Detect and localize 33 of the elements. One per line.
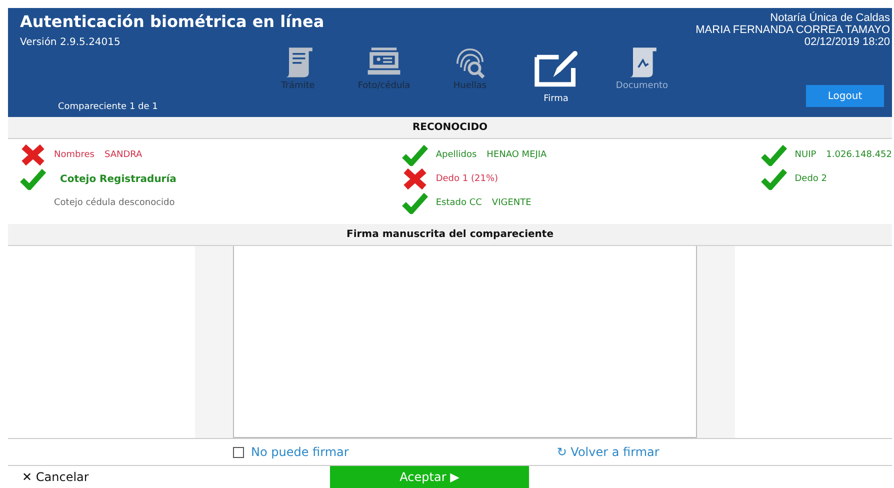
user-name: MARIA FERNANDA CORREA TAMAYO [696,24,890,36]
check-label: Estado CC [436,198,482,208]
cancel-button[interactable]: ✕ Cancelar [0,466,110,488]
check-label: Dedo 1 (21%) [436,174,498,184]
check-icon [758,168,789,190]
check-icon [400,144,430,166]
check-label: Dedo 2 [794,174,828,184]
check-icon [400,192,430,214]
accept-button[interactable]: Aceptar ▶ [330,466,529,488]
signature-pad[interactable] [233,246,697,438]
date-time: 02/12/2019 18:20 [804,36,890,48]
check-icon [18,168,48,190]
app-title: Autenticación biométrica en línea [20,12,324,32]
check-label: Nombres [54,150,94,160]
check-icon [758,144,789,166]
resign-link[interactable]: ↻ Volver a firmar [556,445,660,459]
appearer-count: Compareciente 1 de 1 [57,102,159,112]
check-value: HENAO MEJIA [486,150,547,160]
signature-title: Firma manuscrita del compareciente [346,228,554,240]
check-label: Cotejo cédula desconocido [54,198,175,208]
check-label: Apellidos [436,150,477,160]
office-name: Notaría Única de Caldas [770,12,890,24]
logout-button[interactable]: Logout [806,85,884,108]
version-text: Versión 2.9.5.24015 [20,37,122,48]
step-tab[interactable]: Firma [513,48,599,104]
cannot-sign-checkbox[interactable]: No puede firmar [233,445,349,459]
pen-signature-icon [533,48,579,88]
check-label: Cotejo Registraduría [60,174,176,185]
check-value: VIGENTE [492,198,532,208]
check-value: 1.026.148.452 [826,150,892,160]
check-value: SANDRA [104,150,142,160]
result-title: RECONOCIDO [412,122,488,134]
check-label: NUIP [794,150,816,160]
